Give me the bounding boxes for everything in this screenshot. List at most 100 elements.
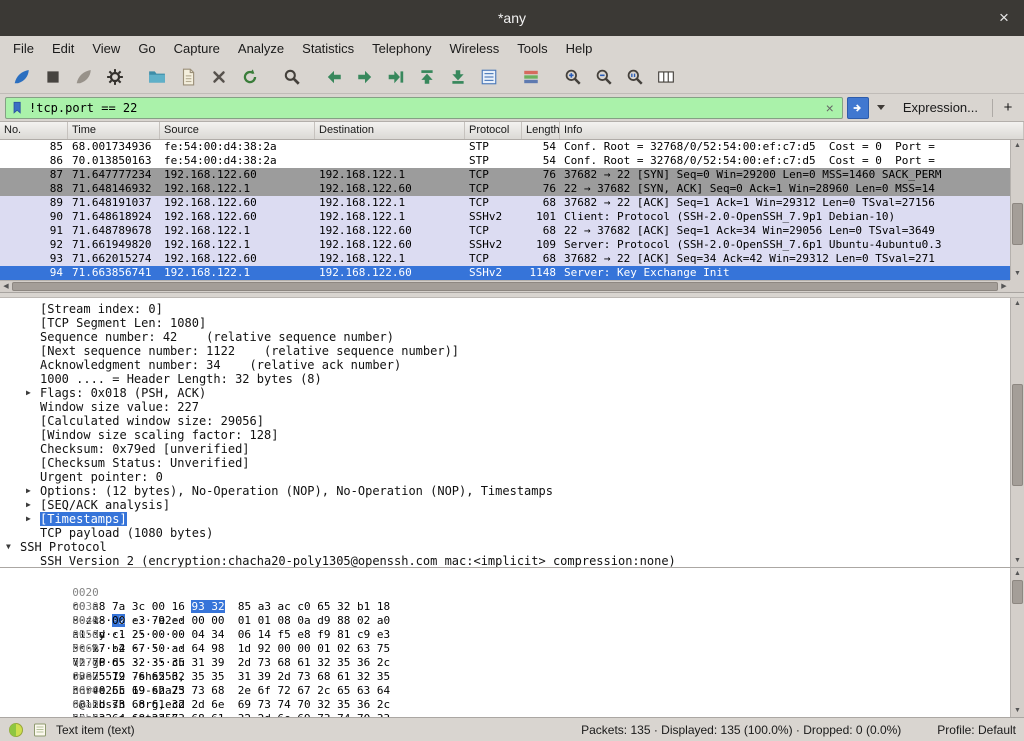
column-header-source[interactable]: Source bbox=[160, 122, 315, 139]
go-back-button[interactable] bbox=[320, 64, 348, 90]
expander-icon[interactable] bbox=[24, 414, 40, 428]
packet-list-vscroll-thumb[interactable] bbox=[1012, 203, 1023, 245]
detail-row[interactable]: 1000 .... = Header Length: 32 bytes (8) bbox=[0, 372, 1010, 386]
scroll-down-icon[interactable]: ▼ bbox=[1011, 269, 1024, 279]
close-window-icon[interactable]: × bbox=[994, 8, 1014, 28]
zoom-out-button[interactable] bbox=[590, 64, 618, 90]
menu-item[interactable]: Help bbox=[557, 38, 602, 59]
detail-row[interactable]: [Calculated window size: 29056] bbox=[0, 414, 1010, 428]
capture-options-button[interactable] bbox=[101, 64, 129, 90]
detail-row[interactable]: [Stream index: 0] bbox=[0, 302, 1010, 316]
auto-scroll-button[interactable] bbox=[475, 64, 503, 90]
packet-list-vscrollbar[interactable]: ▲ ▼ bbox=[1010, 140, 1024, 280]
detail-row[interactable]: ▶ [SEQ/ACK analysis] bbox=[0, 498, 1010, 512]
column-header-time[interactable]: Time bbox=[68, 122, 160, 139]
find-packet-button[interactable] bbox=[278, 64, 306, 90]
expander-icon[interactable] bbox=[24, 442, 40, 456]
detail-row[interactable]: Checksum: 0x79ed [unverified] bbox=[0, 442, 1010, 456]
scroll-down-icon[interactable]: ▼ bbox=[1011, 556, 1024, 566]
hex-row[interactable]: 0030 80 18 00 e3 79 ed 00 00 01 01 08 0a… bbox=[6, 586, 1010, 600]
detail-row[interactable]: [Checksum Status: Unverified] bbox=[0, 456, 1010, 470]
scroll-down-icon[interactable]: ▼ bbox=[1011, 706, 1024, 716]
hex-vscrollbar[interactable]: ▲ ▼ bbox=[1010, 568, 1024, 717]
expander-icon[interactable] bbox=[24, 554, 40, 567]
menu-item[interactable]: View bbox=[83, 38, 129, 59]
packet-row[interactable]: 90 71.648618924 192.168.122.60 192.168.1… bbox=[0, 210, 1010, 224]
detail-row[interactable]: ▼ SSH Protocol bbox=[0, 540, 1010, 554]
column-header-destination[interactable]: Destination bbox=[315, 122, 465, 139]
filter-dropdown-button[interactable] bbox=[873, 97, 889, 119]
menu-item[interactable]: File bbox=[4, 38, 43, 59]
expression-button[interactable]: Expression... bbox=[893, 100, 988, 115]
expander-icon[interactable] bbox=[24, 358, 40, 372]
detail-row[interactable]: TCP payload (1080 bytes) bbox=[0, 526, 1010, 540]
zoom-in-button[interactable] bbox=[559, 64, 587, 90]
clear-filter-icon[interactable]: × bbox=[823, 100, 837, 116]
start-capture-button[interactable] bbox=[8, 64, 36, 90]
details-vscrollbar[interactable]: ▲ ▼ bbox=[1010, 298, 1024, 567]
detail-row[interactable]: Acknowledgment number: 34 (relative ack … bbox=[0, 358, 1010, 372]
capture-comment-icon[interactable] bbox=[32, 722, 48, 738]
packet-row[interactable]: 94 71.663856741 192.168.122.1 192.168.12… bbox=[0, 266, 1010, 280]
scroll-up-icon[interactable]: ▲ bbox=[1011, 569, 1024, 579]
packet-list-hscroll-thumb[interactable] bbox=[12, 282, 998, 291]
expander-icon[interactable]: ▶ bbox=[24, 386, 40, 400]
save-file-button[interactable] bbox=[174, 64, 202, 90]
restart-capture-button[interactable] bbox=[70, 64, 98, 90]
packet-row[interactable]: 86 70.013850163 fe:54:00:d4:38:2a STP 54… bbox=[0, 154, 1010, 168]
go-to-packet-button[interactable] bbox=[382, 64, 410, 90]
expander-icon[interactable] bbox=[24, 400, 40, 414]
detail-row[interactable]: [Window size scaling factor: 128] bbox=[0, 428, 1010, 442]
go-forward-button[interactable] bbox=[351, 64, 379, 90]
colorize-packets-button[interactable] bbox=[517, 64, 545, 90]
expander-icon[interactable] bbox=[24, 302, 40, 316]
scroll-up-icon[interactable]: ▲ bbox=[1011, 141, 1024, 151]
go-last-packet-button[interactable] bbox=[444, 64, 472, 90]
expander-icon[interactable] bbox=[24, 526, 40, 540]
expander-icon[interactable]: ▶ bbox=[24, 498, 40, 512]
open-file-button[interactable] bbox=[143, 64, 171, 90]
display-filter-input[interactable] bbox=[29, 101, 819, 115]
menu-item[interactable]: Statistics bbox=[293, 38, 363, 59]
resize-columns-button[interactable] bbox=[652, 64, 680, 90]
expander-icon[interactable] bbox=[24, 428, 40, 442]
expander-icon[interactable] bbox=[24, 330, 40, 344]
expander-icon[interactable] bbox=[24, 344, 40, 358]
packet-row[interactable]: 87 71.647777234 192.168.122.60 192.168.1… bbox=[0, 168, 1010, 182]
close-file-button[interactable] bbox=[205, 64, 233, 90]
detail-row[interactable]: ▶ [Timestamps] bbox=[0, 512, 1010, 526]
packet-row[interactable]: 92 71.661949820 192.168.122.1 192.168.12… bbox=[0, 238, 1010, 252]
bookmark-icon[interactable] bbox=[11, 100, 25, 116]
apply-filter-button[interactable] bbox=[847, 97, 869, 119]
detail-row[interactable]: Urgent pointer: 0 bbox=[0, 470, 1010, 484]
menu-item[interactable]: Wireless bbox=[440, 38, 508, 59]
detail-row[interactable]: ▶ Options: (12 bytes), No-Operation (NOP… bbox=[0, 484, 1010, 498]
expander-icon[interactable]: ▶ bbox=[24, 484, 40, 498]
expander-icon[interactable] bbox=[24, 316, 40, 330]
column-header-no[interactable]: No. bbox=[0, 122, 68, 139]
menu-item[interactable]: Edit bbox=[43, 38, 83, 59]
column-header-protocol[interactable]: Protocol bbox=[465, 122, 522, 139]
expander-icon[interactable] bbox=[24, 456, 40, 470]
scroll-up-icon[interactable]: ▲ bbox=[1011, 299, 1024, 309]
menu-item[interactable]: Go bbox=[129, 38, 164, 59]
packet-row[interactable]: 91 71.648789678 192.168.122.1 192.168.12… bbox=[0, 224, 1010, 238]
packet-row[interactable]: 89 71.648191037 192.168.122.60 192.168.1… bbox=[0, 196, 1010, 210]
expander-icon[interactable]: ▼ bbox=[4, 540, 20, 554]
hex-row[interactable]: 0020 c0 a8 7a 3c 00 16 93 32 85 a3 ac c0… bbox=[6, 572, 1010, 586]
column-header-length[interactable]: Length bbox=[522, 122, 560, 139]
detail-row[interactable]: Window size value: 227 bbox=[0, 400, 1010, 414]
display-filter-field[interactable]: × bbox=[5, 97, 843, 119]
detail-row[interactable]: Sequence number: 42 (relative sequence n… bbox=[0, 330, 1010, 344]
add-filter-button[interactable]: + bbox=[997, 97, 1019, 119]
detail-row[interactable]: ▶ Flags: 0x018 (PSH, ACK) bbox=[0, 386, 1010, 400]
column-header-info[interactable]: Info bbox=[560, 122, 1024, 139]
menu-item[interactable]: Capture bbox=[165, 38, 229, 59]
go-first-packet-button[interactable] bbox=[413, 64, 441, 90]
menu-item[interactable]: Tools bbox=[508, 38, 556, 59]
detail-row[interactable]: [TCP Segment Len: 1080] bbox=[0, 316, 1010, 330]
expander-icon[interactable] bbox=[24, 470, 40, 484]
zoom-100-button[interactable] bbox=[621, 64, 649, 90]
expander-icon[interactable] bbox=[24, 372, 40, 386]
packet-row[interactable]: 88 71.648146932 192.168.122.1 192.168.12… bbox=[0, 182, 1010, 196]
